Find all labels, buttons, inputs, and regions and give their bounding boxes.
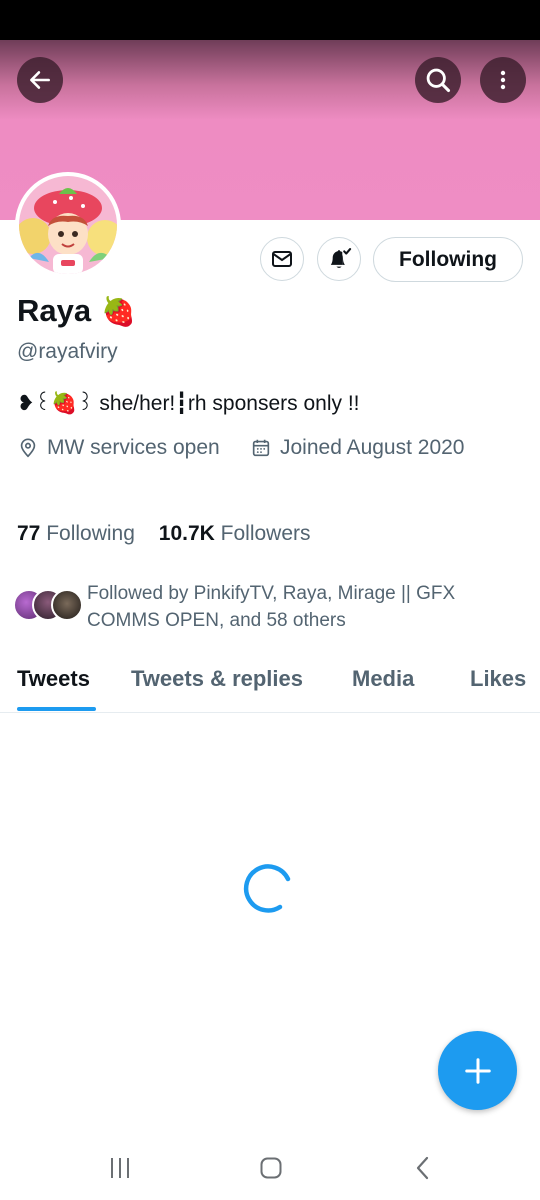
nav-back-button[interactable] [403,1153,443,1183]
follow-stats: 77 Following 10.7K Followers [17,522,329,546]
tab-media[interactable]: Media [352,666,414,692]
profile-tabs: Tweets Tweets & replies Media Likes [0,658,540,713]
followers-stat-label: Followers [220,522,311,545]
active-tab-indicator [17,707,96,711]
recents-icon [111,1158,129,1178]
tab-likes[interactable]: Likes [470,666,526,692]
envelope-icon [272,251,292,267]
profile-handle: @rayafviry [17,340,118,363]
follower-avatar-3 [51,589,83,621]
following-count: 77 [17,522,41,545]
joined-text: Joined August 2020 [280,436,465,459]
system-navigation-bar [0,1135,540,1200]
followed-by-avatars[interactable] [13,589,83,623]
search-button[interactable] [415,57,461,103]
nav-back-icon [416,1156,429,1180]
following-stat-label: Following [46,522,135,545]
tab-tweets-replies[interactable]: Tweets & replies [131,666,303,692]
search-icon [426,68,451,93]
home-icon [260,1157,282,1179]
more-vertical-icon [500,70,506,90]
status-bar [0,0,540,40]
following-stat[interactable]: 77 Following [17,522,135,545]
nav-home-button[interactable] [251,1153,291,1183]
back-button[interactable] [17,57,63,103]
followed-by-text[interactable]: Followed by PinkifyTV, Raya, Mirage || G… [87,580,517,634]
loading-spinner [243,864,291,913]
profile-joined: Joined August 2020 [250,436,465,460]
more-options-button[interactable] [480,57,526,103]
bell-icon [330,248,352,269]
compose-tweet-button[interactable] [438,1031,517,1110]
followers-count: 10.7K [158,522,215,545]
tab-tweets[interactable]: Tweets [17,666,90,692]
profile-name: Raya 🍓 [17,293,136,329]
nav-recents-button[interactable] [100,1153,140,1183]
plus-icon [464,1057,491,1084]
following-button[interactable]: Following [373,237,523,282]
location-text: MW services open [47,436,220,459]
calendar-icon [252,439,270,457]
back-arrow-icon [30,71,50,89]
profile-bio: ❥꒰🍓꒱ she/her!┇rh sponsers only !! [17,392,360,415]
profile-name-emoji: 🍓 [101,295,136,327]
profile-name-text: Raya [17,293,92,328]
profile-location: MW services open [17,436,220,460]
notifications-button[interactable] [317,237,361,281]
avatar[interactable] [15,172,121,278]
message-button[interactable] [260,237,304,281]
location-pin-icon [20,438,36,458]
followers-stat[interactable]: 10.7K Followers [159,522,311,545]
avatar-image [19,176,117,274]
